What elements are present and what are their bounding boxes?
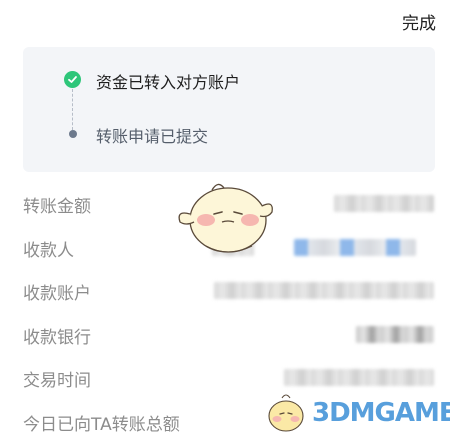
- redacted-value: [334, 195, 434, 212]
- step-label-funds-transferred: 资金已转入对方账户: [96, 73, 241, 92]
- detail-label: 交易时间: [23, 371, 91, 392]
- redacted-value: [294, 238, 416, 256]
- detail-label: 收款人: [23, 240, 74, 261]
- transfer-status-card: 资金已转入对方账户 转账申请已提交: [23, 47, 435, 172]
- transfer-result-screen: 完成 资金已转入对方账户 转账申请已提交 转账金额 收款人 收款账户 收款银行: [0, 0, 450, 441]
- step-label-request-submitted: 转账申请已提交: [96, 127, 209, 146]
- done-button[interactable]: 完成: [402, 9, 436, 34]
- step-dot-icon: [69, 130, 77, 138]
- watermark-mascot-icon: [268, 394, 304, 432]
- watermark-text: 3DMGAME: [312, 398, 450, 428]
- check-circle-icon: [64, 71, 81, 88]
- detail-label: 收款账户: [23, 284, 91, 305]
- detail-label: 转账金额: [23, 197, 91, 217]
- top-bar: 完成: [0, 0, 450, 40]
- redacted-value: [284, 369, 434, 387]
- redacted-value: [214, 282, 434, 300]
- detail-row-account: 收款账户: [0, 273, 450, 317]
- redacted-value: [356, 325, 434, 343]
- detail-label: 今日已向TA转账总额: [23, 414, 180, 435]
- detail-row-bank: 收款银行: [0, 317, 450, 361]
- mascot-sticker-icon: [178, 183, 273, 253]
- step-connector-line: [72, 89, 73, 130]
- site-watermark: 3DMGAME: [262, 390, 450, 436]
- detail-label: 收款银行: [23, 327, 91, 348]
